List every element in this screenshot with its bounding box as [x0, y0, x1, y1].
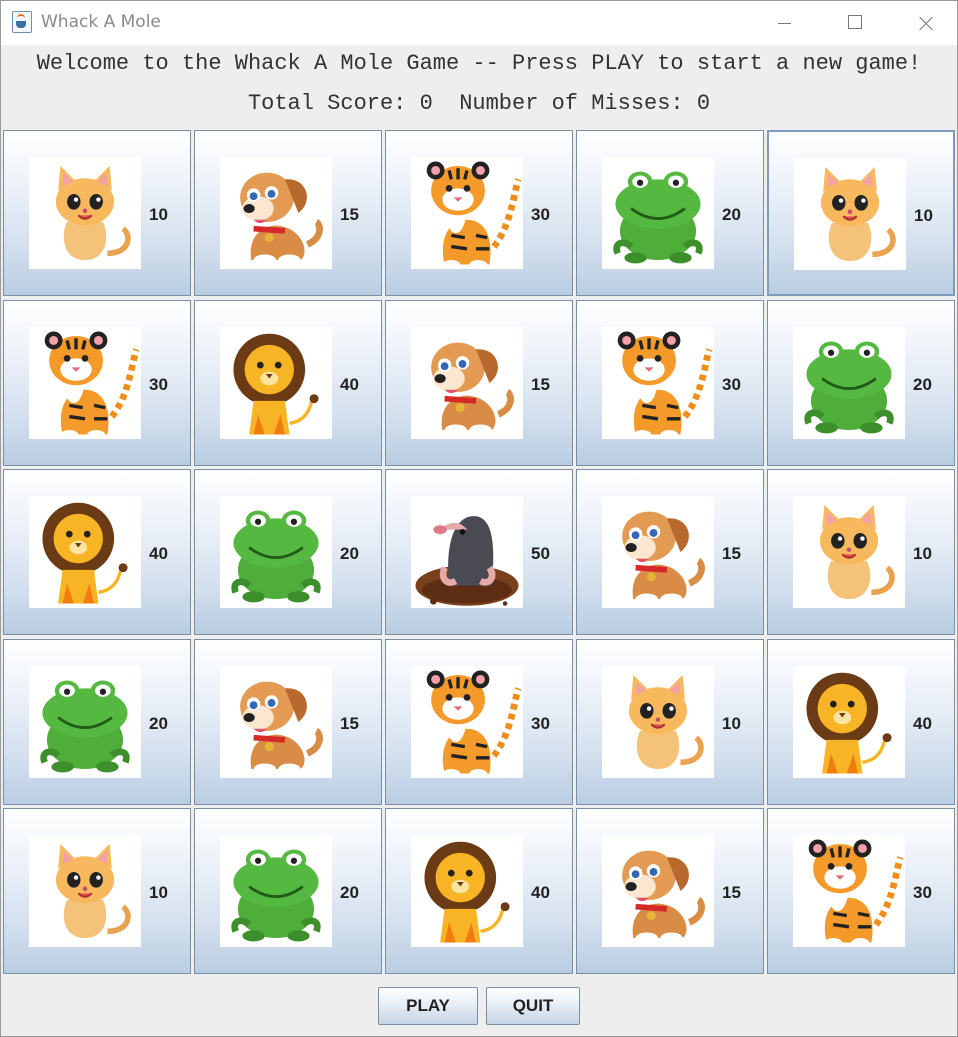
point-value: 10 — [149, 883, 168, 902]
point-value: 30 — [531, 205, 550, 224]
mole-hole-button[interactable]: 30 — [385, 130, 573, 296]
mole-hole-button[interactable]: 20 — [576, 130, 764, 296]
java-cup-icon — [12, 11, 32, 33]
dog-icon — [220, 666, 332, 778]
dog-icon — [220, 157, 332, 269]
point-value: 40 — [531, 883, 550, 902]
point-value: 10 — [914, 206, 933, 225]
mole-hole-button[interactable]: 30 — [767, 808, 955, 974]
mole-hole-button[interactable]: 15 — [385, 300, 573, 466]
point-value: 20 — [340, 544, 359, 563]
mole-icon — [411, 496, 523, 608]
mole-hole-button[interactable]: 10 — [576, 639, 764, 805]
close-button[interactable] — [901, 1, 947, 45]
mole-hole-button[interactable]: 10 — [767, 469, 955, 635]
mole-grid: 10 15 30 20 10 30 40 15 30 20 40 20 50 1… — [3, 130, 955, 977]
mole-hole-button[interactable]: 40 — [767, 639, 955, 805]
point-value: 30 — [913, 883, 932, 902]
tiger-icon — [602, 327, 714, 439]
mole-hole-button[interactable]: 15 — [194, 130, 382, 296]
dog-icon — [602, 496, 714, 608]
point-value: 20 — [149, 714, 168, 733]
cat-icon — [29, 835, 141, 947]
mole-hole-button[interactable]: 20 — [767, 300, 955, 466]
point-value: 10 — [722, 714, 741, 733]
point-value: 15 — [722, 544, 741, 563]
point-value: 40 — [149, 544, 168, 563]
score-status: Total Score: 0 Number of Misses: 0 — [247, 91, 711, 116]
point-value: 15 — [531, 375, 550, 394]
lion-icon — [29, 496, 141, 608]
tiger-icon — [793, 835, 905, 947]
point-value: 40 — [340, 375, 359, 394]
point-value: 10 — [149, 205, 168, 224]
mole-hole-button[interactable]: 10 — [767, 130, 955, 296]
point-value: 10 — [913, 544, 932, 563]
mole-hole-button[interactable]: 40 — [385, 808, 573, 974]
point-value: 40 — [913, 714, 932, 733]
mole-hole-button[interactable]: 15 — [576, 808, 764, 974]
tiger-icon — [29, 327, 141, 439]
point-value: 20 — [722, 205, 741, 224]
cat-icon — [602, 666, 714, 778]
mole-hole-button[interactable]: 20 — [3, 639, 191, 805]
frog-icon — [220, 496, 332, 608]
mole-hole-button[interactable]: 15 — [576, 469, 764, 635]
mole-hole-button[interactable]: 20 — [194, 808, 382, 974]
tiger-icon — [411, 666, 523, 778]
cat-icon — [29, 157, 141, 269]
mole-hole-button[interactable]: 30 — [385, 639, 573, 805]
cat-icon — [793, 496, 905, 608]
frog-icon — [220, 835, 332, 947]
point-value: 20 — [913, 375, 932, 394]
point-value: 50 — [531, 544, 550, 563]
mole-hole-button[interactable]: 20 — [194, 469, 382, 635]
mole-hole-button[interactable]: 10 — [3, 130, 191, 296]
point-value: 15 — [722, 883, 741, 902]
play-button[interactable]: PLAY — [378, 987, 478, 1025]
lion-icon — [411, 835, 523, 947]
mole-hole-button[interactable]: 30 — [3, 300, 191, 466]
lion-icon — [220, 327, 332, 439]
quit-button[interactable]: QUIT — [486, 987, 580, 1025]
game-window: Whack A Mole Welcome to the Whack A Mole… — [0, 0, 958, 1037]
frog-icon — [602, 157, 714, 269]
mole-hole-button[interactable]: 10 — [3, 808, 191, 974]
mole-hole-button[interactable]: 15 — [194, 639, 382, 805]
point-value: 30 — [149, 375, 168, 394]
dog-icon — [411, 327, 523, 439]
point-value: 30 — [722, 375, 741, 394]
point-value: 15 — [340, 205, 359, 224]
tiger-icon — [411, 157, 523, 269]
window-title: Whack A Mole — [41, 12, 161, 32]
mole-hole-button[interactable]: 40 — [3, 469, 191, 635]
frog-icon — [29, 666, 141, 778]
point-value: 20 — [340, 883, 359, 902]
cat-icon — [794, 158, 906, 270]
title-bar: Whack A Mole — [1, 1, 957, 45]
point-value: 15 — [340, 714, 359, 733]
mole-hole-button[interactable]: 30 — [576, 300, 764, 466]
maximize-button[interactable] — [831, 1, 877, 45]
mole-hole-button[interactable]: 50 — [385, 469, 573, 635]
mole-hole-button[interactable]: 40 — [194, 300, 382, 466]
welcome-message: Welcome to the Whack A Mole Game -- Pres… — [36, 51, 922, 76]
minimize-button[interactable] — [761, 1, 807, 45]
point-value: 30 — [531, 714, 550, 733]
dog-icon — [602, 835, 714, 947]
frog-icon — [793, 327, 905, 439]
lion-icon — [793, 666, 905, 778]
